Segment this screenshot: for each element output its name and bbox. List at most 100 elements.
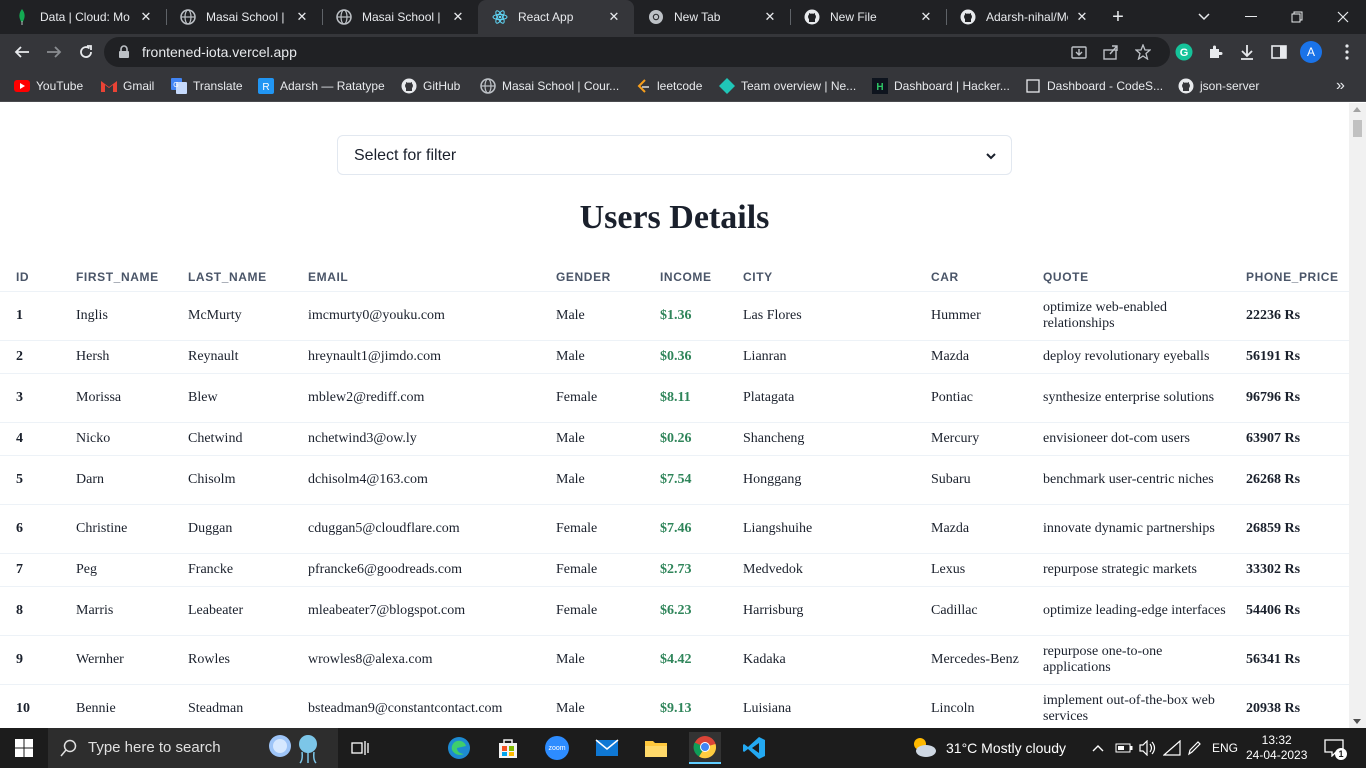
lock-icon[interactable] [118, 45, 130, 64]
close-icon[interactable]: ✕ [450, 9, 466, 25]
filter-select[interactable]: Select for filter [337, 135, 1012, 175]
reload-icon[interactable] [74, 40, 98, 64]
bookmark-label: Adarsh — Ratatype [280, 79, 385, 93]
bookmark-json-server[interactable]: json-server [1178, 76, 1259, 96]
table-row: 2 Hersh Reynault hreynault1@jimdo.com Ma… [0, 340, 1349, 374]
new-tab-plus-icon[interactable]: + [1108, 6, 1128, 28]
bookmark-masai[interactable]: Masai School | Cour... [480, 76, 619, 96]
close-icon[interactable]: ✕ [918, 9, 934, 25]
cell-last-name: Leabeater [172, 586, 292, 636]
bookmark-hackerrank[interactable]: H Dashboard | Hacker... [872, 76, 1010, 96]
forward-arrow-icon[interactable] [42, 40, 66, 64]
cell-car: Pontiac [915, 373, 1027, 423]
restore-icon[interactable] [1287, 7, 1307, 27]
clock-date: 24-04-2023 [1246, 748, 1308, 762]
close-icon[interactable]: ✕ [138, 9, 154, 25]
store-icon[interactable] [492, 732, 524, 764]
cell-city: Lianran [727, 340, 915, 374]
close-icon[interactable]: ✕ [762, 9, 778, 25]
notification-center-icon[interactable]: 1 [1324, 728, 1347, 768]
table-row: 8 Marris Leabeater mleabeater7@blogspot.… [0, 586, 1349, 636]
bookmarks-bar: YouTube Gmail G Translate R Adarsh — Rat… [0, 70, 1366, 102]
tab[interactable]: Masai School | Pla ✕ [166, 0, 322, 34]
scroll-down-arrow-icon[interactable] [1353, 719, 1361, 724]
search-icon [60, 739, 78, 762]
bookmark-youtube[interactable]: YouTube [14, 76, 83, 96]
search-placeholder: Type here to search [88, 739, 221, 756]
tab[interactable]: Adarsh-nihal/Mo ✕ [946, 0, 1102, 34]
address-bar[interactable]: frontened-iota.vercel.app [104, 37, 1170, 67]
side-panel-icon[interactable] [1268, 41, 1290, 63]
cell-quote: implement out-of-the-box web services [1027, 684, 1230, 728]
grammarly-icon[interactable]: G [1173, 41, 1195, 63]
cell-gender: Female [540, 504, 644, 554]
downloads-icon[interactable] [1236, 41, 1258, 63]
bookmarks-overflow-chevron-icon[interactable]: » [1336, 76, 1345, 96]
cell-last-name: McMurty [172, 291, 292, 341]
task-view-icon[interactable] [344, 732, 376, 764]
cell-car: Mercedes-Benz [915, 635, 1027, 685]
translate-icon: G [171, 78, 187, 94]
cell-quote: repurpose one-to-one applications [1027, 635, 1230, 685]
bookmark-github[interactable]: GitHub [401, 76, 460, 96]
bookmark-leetcode[interactable]: leetcode [635, 76, 702, 96]
url-text[interactable]: frontened-iota.vercel.app [142, 44, 297, 60]
bookmark-gmail[interactable]: Gmail [101, 76, 154, 96]
back-arrow-icon[interactable] [10, 40, 34, 64]
close-window-icon[interactable] [1333, 7, 1353, 27]
table-row: 10 Bennie Steadman bsteadman9@constantco… [0, 684, 1349, 728]
tab[interactable]: Masai School | Co ✕ [322, 0, 478, 34]
volume-icon[interactable] [1139, 728, 1157, 768]
close-icon[interactable]: ✕ [1074, 9, 1090, 25]
cell-car: Lincoln [915, 684, 1027, 728]
cell-first-name: Morissa [60, 373, 172, 423]
tab-search-chevron-icon[interactable] [1194, 7, 1214, 27]
bookmark-star-icon[interactable] [1134, 43, 1152, 61]
weather-widget[interactable]: 31°C Mostly cloudy [910, 728, 1066, 768]
more-menu-icon[interactable] [1336, 41, 1358, 63]
cell-city: Luisiana [727, 684, 915, 728]
cell-email: nchetwind3@ow.ly [292, 422, 540, 456]
windows-start-icon[interactable] [8, 732, 40, 764]
cell-phone-price: 20938 Rs [1230, 684, 1349, 728]
pen-menu-icon[interactable] [1187, 728, 1201, 768]
taskbar-search-box[interactable]: Type here to search [48, 728, 338, 768]
clock[interactable]: 13:32 24-04-2023 [1246, 728, 1307, 768]
cell-quote: envisioneer dot-com users [1027, 422, 1230, 456]
bookmark-netlify[interactable]: Team overview | Ne... [719, 76, 856, 96]
tab[interactable]: Data | Cloud: Mo ✕ [0, 0, 166, 34]
battery-icon[interactable] [1115, 728, 1133, 768]
column-header-gender: GENDER [540, 263, 644, 292]
column-header-city: CITY [727, 263, 915, 292]
extensions-puzzle-icon[interactable] [1204, 41, 1226, 63]
scrollbar-thumb[interactable] [1353, 120, 1362, 137]
show-hidden-icons-chevron-icon[interactable] [1092, 728, 1104, 768]
profile-avatar[interactable]: A [1300, 41, 1322, 63]
network-icon[interactable] [1163, 728, 1181, 768]
react-icon [492, 9, 508, 25]
edge-icon[interactable] [443, 732, 475, 764]
bookmark-label: leetcode [657, 79, 703, 93]
chrome-taskbar-icon[interactable] [689, 732, 721, 764]
scroll-up-arrow-icon[interactable] [1353, 107, 1361, 112]
bookmark-translate[interactable]: G Translate [171, 76, 243, 96]
tab[interactable]: New File ✕ [790, 0, 946, 34]
tab-active[interactable]: React App ✕ [478, 0, 634, 34]
file-explorer-icon[interactable] [640, 732, 672, 764]
close-icon[interactable]: ✕ [294, 9, 310, 25]
share-icon[interactable] [1102, 43, 1120, 61]
bookmark-ratatype[interactable]: R Adarsh — Ratatype [258, 76, 385, 96]
minimize-icon[interactable] [1241, 7, 1261, 27]
install-app-icon[interactable] [1070, 43, 1088, 61]
cell-gender: Male [540, 422, 644, 456]
language-indicator[interactable]: ENG [1212, 728, 1238, 768]
vscode-icon[interactable] [738, 732, 770, 764]
mail-icon[interactable] [591, 732, 623, 764]
bookmark-codesignal[interactable]: Dashboard - CodeS... [1025, 76, 1163, 96]
page-scrollbar[interactable] [1349, 103, 1366, 728]
zoom-icon[interactable]: zoom [541, 732, 573, 764]
tab[interactable]: New Tab ✕ [634, 0, 790, 34]
codesignal-icon [1025, 78, 1041, 94]
close-icon[interactable]: ✕ [606, 9, 622, 25]
cell-city: Liangshuihe [727, 504, 915, 554]
